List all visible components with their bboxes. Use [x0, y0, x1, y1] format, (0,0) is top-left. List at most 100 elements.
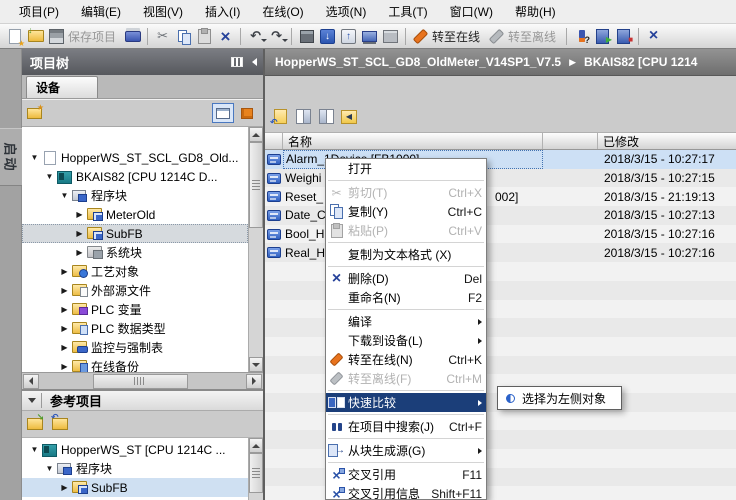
context-menu-item-cross-reference-information[interactable]: 交叉引用信息Shift+F11: [326, 484, 486, 500]
menubar-item[interactable]: 编辑(E): [70, 0, 132, 23]
expand-arrow-icon[interactable]: ▶: [58, 305, 71, 314]
go-offline-button[interactable]: 转至离线: [486, 26, 562, 47]
tree-item[interactable]: ▼HopperWS_ST [CPU 1214C ...: [22, 440, 248, 459]
new-project-button[interactable]: [4, 26, 25, 47]
expand-arrow-icon[interactable]: ▶: [73, 210, 86, 219]
menubar-item[interactable]: 在线(O): [251, 0, 314, 23]
runtime-button[interactable]: [380, 26, 401, 47]
collapse-panel-icon[interactable]: [252, 58, 257, 66]
open-project-button[interactable]: [25, 26, 46, 47]
expand-arrow-icon[interactable]: ▶: [58, 267, 71, 276]
menubar-item[interactable]: 插入(I): [194, 0, 251, 23]
menubar-item[interactable]: 选项(N): [315, 0, 378, 23]
scroll-up-button[interactable]: [249, 438, 263, 453]
breadcrumb-device[interactable]: BKAIS82 [CPU 1214: [584, 55, 697, 69]
context-menu-item-cross-references[interactable]: 交叉引用F11: [326, 465, 486, 484]
reference-projects-header[interactable]: 参考项目: [22, 389, 263, 411]
hscrollbar-thumb[interactable]: [93, 374, 188, 389]
menubar-item[interactable]: 窗口(W): [439, 0, 504, 23]
project-tree-scrollbar[interactable]: [248, 127, 263, 372]
tree-item[interactable]: ▶PLC 数据类型: [22, 319, 248, 338]
tree-item[interactable]: ▶外部源文件: [22, 281, 248, 300]
insert-block-icon[interactable]: [270, 108, 290, 126]
cross-reference-button[interactable]: [643, 26, 664, 47]
expand-arrow-icon[interactable]: ▶: [58, 483, 71, 492]
context-menu-item-copy-as-text[interactable]: 复制为文本格式 (X): [326, 245, 486, 264]
menubar-item[interactable]: 项目(P): [8, 0, 70, 23]
expand-arrow-icon[interactable]: ▶: [58, 362, 71, 371]
context-menu-item-open[interactable]: 打开: [326, 159, 486, 178]
upload-button[interactable]: [338, 26, 359, 47]
context-menu-item-generate-source-from-blocks[interactable]: 从块生成源(G): [326, 441, 486, 460]
collapse-arrow-icon[interactable]: ▼: [43, 172, 56, 181]
split-editor-horizontal-icon[interactable]: [316, 108, 336, 126]
collapse-arrow-icon[interactable]: ▼: [43, 464, 56, 473]
tree-item[interactable]: ▼BKAIS82 [CPU 1214C D...: [22, 167, 248, 186]
expand-arrow-icon[interactable]: ▶: [73, 248, 86, 257]
hscroll-track[interactable]: [39, 374, 246, 389]
tree-item[interactable]: ▶工艺对象: [22, 262, 248, 281]
select-left-object-icon[interactable]: [339, 108, 359, 126]
context-menu-item-copy[interactable]: 复制(Y)Ctrl+C: [326, 202, 486, 221]
modified-column-header[interactable]: 已修改: [598, 133, 736, 149]
project-tree-hscrollbar[interactable]: [22, 372, 263, 389]
menubar-item[interactable]: 工具(T): [377, 0, 438, 23]
menubar-item[interactable]: 视图(V): [132, 0, 194, 23]
paste-button[interactable]: [194, 26, 215, 47]
start-cpu-button[interactable]: [592, 26, 613, 47]
context-menu-item-rename[interactable]: 重命名(N)F2: [326, 288, 486, 307]
expand-arrow-icon[interactable]: ▶: [58, 324, 71, 333]
tree-item[interactable]: ▶SubFB: [22, 478, 248, 497]
name-column-header[interactable]: 名称: [283, 133, 543, 149]
context-menu-item-download-to-device[interactable]: 下载到设备(L): [326, 331, 486, 350]
columns-view-icon[interactable]: [231, 57, 243, 67]
undo-button[interactable]: [245, 26, 266, 47]
tab-devices[interactable]: 设备: [26, 76, 98, 98]
tree-item[interactable]: ▶SubFB: [22, 224, 248, 243]
submenu-item-select-as-left-object[interactable]: 选择为左侧对象: [498, 387, 621, 409]
collapse-arrow-icon[interactable]: ▼: [28, 153, 41, 162]
collapse-arrow-icon[interactable]: ▼: [58, 191, 71, 200]
go-online-button[interactable]: 转至在线: [410, 26, 486, 47]
scroll-up-button[interactable]: [249, 127, 263, 142]
tree-item[interactable]: ▼程序块: [22, 459, 248, 478]
breadcrumb-project[interactable]: HopperWS_ST_SCL_GD8_OldMeter_V14SP1_V7.5: [275, 55, 561, 69]
expand-arrow-icon[interactable]: ▶: [58, 343, 71, 352]
scroll-down-button[interactable]: [249, 357, 263, 372]
context-menu-item-search-in-project[interactable]: 在项目中搜索(J)Ctrl+F: [326, 417, 486, 436]
context-menu-item-compile[interactable]: 编译: [326, 312, 486, 331]
close-reference-project-icon[interactable]: [52, 418, 68, 430]
details-view-button[interactable]: [212, 103, 234, 123]
tree-item[interactable]: ▶系统块: [22, 243, 248, 262]
copy-button[interactable]: [173, 26, 194, 47]
collapse-arrow-icon[interactable]: ▼: [28, 445, 41, 454]
tree-item[interactable]: ▼程序块: [22, 186, 248, 205]
tree-item[interactable]: ▶在线备份: [22, 357, 248, 372]
stop-cpu-button[interactable]: [613, 26, 634, 47]
scrollbar-thumb[interactable]: [249, 142, 263, 228]
context-menu-item-quick-compare[interactable]: 快速比较: [326, 393, 486, 412]
tree-item[interactable]: ▼HopperWS_ST_SCL_GD8_Old...: [22, 148, 248, 167]
scroll-right-button[interactable]: [246, 374, 262, 389]
split-editor-vertical-icon[interactable]: [293, 108, 313, 126]
tree-item[interactable]: ▶PLC 变量: [22, 300, 248, 319]
cut-button[interactable]: [152, 26, 173, 47]
device-proxy-button[interactable]: [296, 26, 317, 47]
scrollbar-thumb[interactable]: [249, 453, 263, 493]
device-overview-button[interactable]: [236, 103, 258, 123]
diagnostics-button[interactable]: [571, 26, 592, 47]
download-button[interactable]: [317, 26, 338, 47]
scroll-left-button[interactable]: [23, 374, 39, 389]
reference-tree-scrollbar[interactable]: [248, 438, 263, 500]
expand-arrow-icon[interactable]: ▶: [73, 229, 86, 238]
menubar-item[interactable]: 帮助(H): [504, 0, 567, 23]
redo-button[interactable]: [266, 26, 287, 47]
tree-item[interactable]: ▶监控与强制表: [22, 338, 248, 357]
start-simulation-button[interactable]: [359, 26, 380, 47]
tree-item[interactable]: ▶MeterOld: [22, 205, 248, 224]
context-menu-item-delete[interactable]: 删除(D)Del: [326, 269, 486, 288]
print-button[interactable]: [122, 26, 143, 47]
expand-arrow-icon[interactable]: ▶: [58, 286, 71, 295]
open-reference-project-icon[interactable]: [27, 418, 43, 430]
context-menu-item-go-online[interactable]: 转至在线(N)Ctrl+K: [326, 350, 486, 369]
